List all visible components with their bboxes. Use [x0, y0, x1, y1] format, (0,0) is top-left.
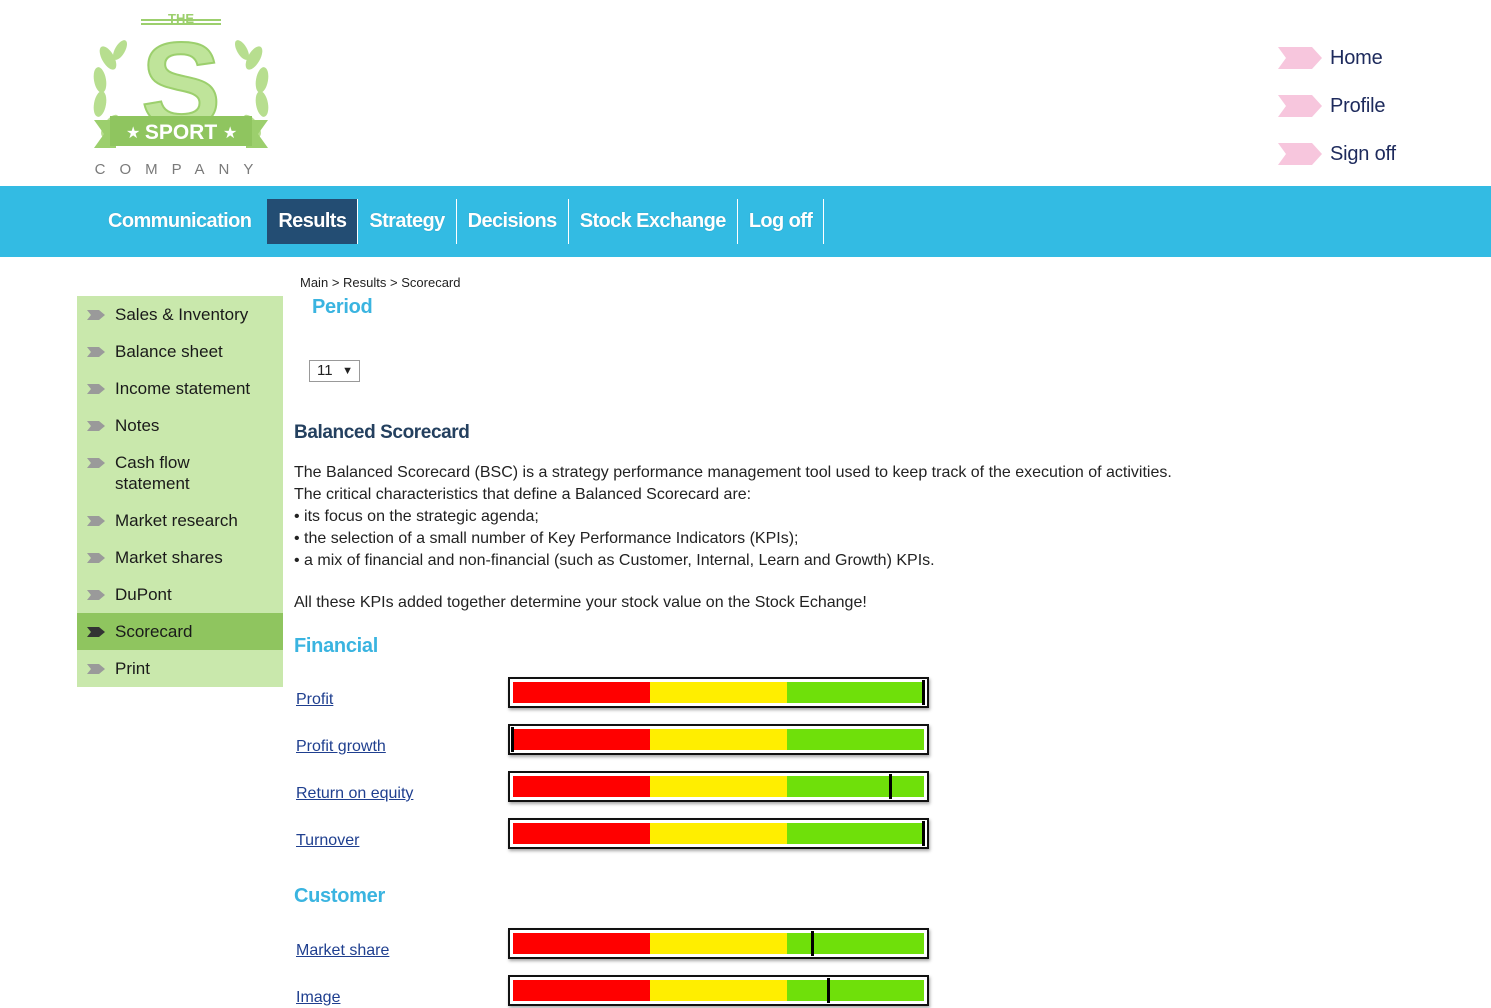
- home-link-label: Home: [1330, 46, 1383, 69]
- bsc-intro-line: The critical characteristics that define…: [294, 486, 752, 503]
- chevron-right-icon: [87, 310, 105, 320]
- breadcrumb: Main > Results > Scorecard: [300, 275, 460, 290]
- period-select-value: 11: [317, 362, 333, 379]
- kpi-gauge-market-share: [508, 928, 929, 959]
- sidebar-item-label: Market research: [115, 511, 238, 530]
- sidebar-item-dupont[interactable]: DuPont: [77, 576, 283, 613]
- arrow-icon: [1278, 143, 1322, 165]
- sidebar-item-label: Sales & Inventory: [115, 305, 249, 324]
- sidebar-item-balance-sheet[interactable]: Balance sheet: [77, 333, 283, 370]
- arrow-icon: [1278, 95, 1322, 117]
- kpi-link-market-share[interactable]: Market share: [296, 942, 389, 960]
- bsc-intro: The Balanced Scorecard (BSC) is a strate…: [294, 462, 1294, 572]
- bsc-closing: All these KPIs added together determine …: [294, 594, 867, 611]
- breadcrumb-separator: >: [331, 275, 340, 290]
- sidebar-item-label: Print: [115, 659, 150, 678]
- bsc-intro-line: • the selection of a small number of Key…: [294, 530, 799, 547]
- breadcrumb-separator: >: [390, 275, 398, 290]
- gauge-track: [513, 823, 924, 844]
- chevron-right-icon: [87, 516, 105, 526]
- chevron-right-icon: [87, 458, 105, 468]
- kpi-link-profit[interactable]: Profit: [296, 691, 333, 709]
- kpi-gauge-profit: [508, 677, 929, 708]
- chevron-right-icon: [87, 421, 105, 431]
- logo-ribbon-text: SPORT: [145, 121, 218, 144]
- balanced-scorecard-title: Balanced Scorecard: [294, 422, 470, 443]
- main-nav-bar: Communication Results Strategy Decisions…: [0, 186, 1491, 257]
- nav-communication[interactable]: Communication: [96, 199, 267, 244]
- period-select[interactable]: 11 ▼: [309, 360, 360, 382]
- breadcrumb-current: Scorecard: [401, 275, 461, 290]
- bsc-intro-line: The Balanced Scorecard (BSC) is a strate…: [294, 464, 1172, 481]
- kpi-gauge-profit-growth: [508, 724, 929, 755]
- home-link[interactable]: Home: [1278, 34, 1396, 82]
- chevron-right-icon: [87, 627, 105, 637]
- chevron-right-icon: [87, 553, 105, 563]
- bsc-intro-line: • a mix of financial and non-financial (…: [294, 552, 935, 569]
- logo-bottom-text: COMPANY: [95, 161, 268, 178]
- gauge-track: [513, 933, 924, 954]
- kpi-link-turnover[interactable]: Turnover: [296, 832, 359, 850]
- gauge-track: [513, 729, 924, 750]
- sign-off-link-label: Sign off: [1330, 142, 1396, 165]
- sidebar-item-cash-flow[interactable]: Cash flow statement: [77, 444, 283, 502]
- star-icon: ★: [223, 125, 237, 142]
- sidebar-item-label: Notes: [115, 416, 160, 435]
- gauge-track: [513, 980, 924, 1001]
- sidebar-item-notes[interactable]: Notes: [77, 407, 283, 444]
- sidebar-item-print[interactable]: Print: [77, 650, 283, 687]
- period-title: Period: [312, 296, 373, 318]
- gauge-marker: [511, 727, 514, 752]
- sidebar-item-sales-inventory[interactable]: Sales & Inventory: [77, 296, 283, 333]
- sidebar-item-label: DuPont: [115, 585, 172, 604]
- kpi-link-image[interactable]: Image: [296, 989, 340, 1007]
- sidebar-item-label: Balance sheet: [115, 342, 223, 361]
- profile-link[interactable]: Profile: [1278, 82, 1396, 130]
- sidebar-item-label: Market shares: [115, 548, 223, 567]
- sidebar-item-label: Cash flow statement: [115, 453, 190, 493]
- caret-down-icon: ▼: [342, 365, 353, 377]
- gauge-marker: [922, 680, 925, 705]
- sidebar-item-income-statement[interactable]: Income statement: [77, 370, 283, 407]
- profile-link-label: Profile: [1330, 94, 1386, 117]
- breadcrumb-results[interactable]: Results: [343, 275, 386, 290]
- gauge-track: [513, 682, 924, 703]
- section-title-financial: Financial: [294, 635, 378, 657]
- nav-strategy[interactable]: Strategy: [358, 199, 457, 244]
- arrow-icon: [1278, 47, 1322, 69]
- kpi-gauge-turnover: [508, 818, 929, 849]
- gauge-marker: [827, 978, 830, 1003]
- sidebar-item-market-shares[interactable]: Market shares: [77, 539, 283, 576]
- chevron-right-icon: [87, 347, 105, 357]
- kpi-gauge-image: [508, 975, 929, 1006]
- nav-results[interactable]: Results: [267, 199, 359, 244]
- chevron-right-icon: [87, 664, 105, 674]
- nav-log-off[interactable]: Log off: [738, 199, 825, 244]
- chevron-right-icon: [87, 384, 105, 394]
- gauge-marker: [922, 821, 925, 846]
- breadcrumb-main[interactable]: Main: [300, 275, 328, 290]
- sidebar-item-label: Scorecard: [115, 622, 193, 641]
- section-title-customer: Customer: [294, 885, 385, 907]
- gauge-marker: [811, 931, 814, 956]
- sidebar-item-scorecard[interactable]: Scorecard: [77, 613, 283, 650]
- gauge-marker: [889, 774, 892, 799]
- kpi-link-profit-growth[interactable]: Profit growth: [296, 738, 386, 756]
- kpi-link-return-on-equity[interactable]: Return on equity: [296, 785, 413, 803]
- nav-decisions[interactable]: Decisions: [457, 199, 569, 244]
- bsc-intro-line: • its focus on the strategic agenda;: [294, 508, 539, 525]
- top-links: Home Profile Sign off: [1278, 34, 1396, 178]
- star-icon: ★: [126, 125, 140, 142]
- main-nav: Communication Results Strategy Decisions…: [96, 199, 825, 244]
- sidebar-item-label: Income statement: [115, 379, 251, 398]
- results-sidebar: Sales & Inventory Balance sheet Income s…: [77, 296, 283, 687]
- sport-company-logo[interactable]: THE S SPORT ★ ★ COMPANY: [86, 6, 276, 182]
- chevron-right-icon: [87, 590, 105, 600]
- sidebar-item-market-research[interactable]: Market research: [77, 502, 283, 539]
- gauge-track: [513, 776, 924, 797]
- kpi-gauge-return-on-equity: [508, 771, 929, 802]
- nav-stock-exchange[interactable]: Stock Exchange: [569, 199, 738, 244]
- sign-off-link[interactable]: Sign off: [1278, 130, 1396, 178]
